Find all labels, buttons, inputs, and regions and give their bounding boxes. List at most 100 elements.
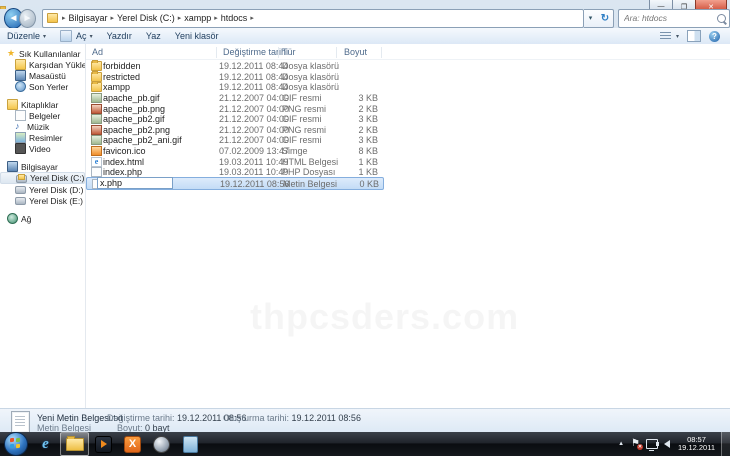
toolbar-button-4[interactable]: Yeni klasör [168,29,226,43]
file-row[interactable]: apache_pb.gif 21.12.2007 04:00 GIF resmi 3 … [86,92,382,103]
folder-icon [91,60,102,71]
file-list-pane: Ad Değiştirme tarihi Tür Boyut forbidden… [86,44,730,408]
file-icon [91,135,102,146]
taskbar-notepad-button[interactable] [176,432,205,456]
file-type: PNG resmi [282,103,327,114]
file-row[interactable]: x.php 19.12.2011 08:56 Metin Belgesi 0 KB [86,177,384,191]
file-rows: forbidden 19.12.2011 08:44 Dosya klasörü re… [86,60,730,191]
breadcrumb-item[interactable]: Yerel Disk (C:) [117,13,175,23]
folder-icon [91,81,102,93]
taskbar-xampp-button[interactable]: X [118,432,147,456]
details-pane: Yeni Metin Belgesi.txt Metin Belgesi Değ… [0,408,730,433]
sidebar-item[interactable]: Resimler [0,132,85,143]
file-name: apache_pb2.gif [103,114,165,125]
views-dropdown-icon[interactable]: ▾ [676,33,679,40]
refresh-icon[interactable]: ↻ [597,13,613,24]
star-icon: ★ [7,48,16,58]
toolbar-right: ▾ ? [659,30,720,42]
column-header-name[interactable]: Ad [92,47,103,57]
sidebar-item[interactable]: Yerel Disk (D:) [0,184,85,195]
breadcrumb-item[interactable]: Bilgisayar [69,13,108,23]
views-icon[interactable] [659,31,671,41]
file-date: 21.12.2007 04:00 [219,103,290,114]
address-bar[interactable]: ▸ Bilgisayar ▸ Yerel Disk (C:) ▸ xampp ▸ htdocs… [42,8,584,28]
sidebar-group-1[interactable]: Kitaplıklar [0,99,85,110]
navigation-pane: ★Sık KullanılanlarKarşıdan YüklemelerMas… [0,44,86,408]
file-name: forbidden [103,61,141,71]
volume-icon[interactable] [656,440,671,448]
file-size: 2 KB [358,103,378,114]
toolbar-button-0[interactable]: Düzenle ▾ [0,29,53,43]
taskbar-clock[interactable]: 08:57 19.12.2011 [678,435,715,453]
chevron-down-icon: ▾ [89,33,93,40]
file-size: 0 KB [359,179,379,190]
file-size: 3 KB [358,92,378,103]
details-created: Oluşturma tarihi: 19.12.2011 08:56 [223,413,361,423]
preview-pane-icon[interactable] [687,30,701,42]
taskbar-explorer-button[interactable] [60,432,89,456]
file-row[interactable]: apache_pb2.png 21.12.2007 04:00 PNG resmi 2… [86,124,382,135]
file-row[interactable]: apache_pb.png 21.12.2007 04:00 PNG resmi 2 … [86,103,382,114]
file-name: index.html [103,156,145,167]
action-center-icon[interactable]: ⚑ ✕ [631,439,644,450]
file-row[interactable]: xampp 19.12.2011 08:44 Dosya klasörü [86,81,382,93]
sidebar-group-0[interactable]: ★ Sık Kullanılanlar [0,48,85,59]
start-button[interactable] [4,432,28,456]
sidebar-item[interactable]: Masaüstü [0,70,85,81]
taskbar-ie-button[interactable]: e [31,432,60,456]
help-icon[interactable]: ? [709,30,720,42]
sidebar-item[interactable]: Son Yerler [0,81,85,92]
sidebar-item[interactable]: Karşıdan Yüklemeler [0,59,85,70]
file-type: GIF resmi [282,135,322,146]
column-separator[interactable] [336,47,337,58]
file-date: 19.12.2011 08:56 [220,179,290,190]
sidebar-item[interactable]: Video [0,143,85,154]
column-separator[interactable] [278,47,279,58]
file-row[interactable]: apache_pb2_ani.gif 21.12.2007 04:00 GIF re… [86,134,382,146]
column-separator[interactable] [381,47,382,58]
file-icon [91,146,102,157]
file-icon [91,92,102,103]
sidebar-item[interactable]: Yerel Disk (C:) [0,172,85,184]
xampp-icon: X [124,435,141,453]
file-date: 07.02.2009 13:47 [219,146,290,157]
sidebar-item[interactable]: ♪ Müzik [0,121,85,132]
explorer-folder-icon [65,435,84,451]
breadcrumb-item[interactable]: xampp [184,13,211,23]
sidebar-item[interactable]: Belgeler [0,110,85,121]
internet-explorer-icon: e [42,435,49,452]
toolbar-button-2[interactable]: Yazdır [100,29,139,43]
file-row[interactable]: e index.html 19.03.2011 10:49 HTML Belgesi 1… [86,156,382,167]
file-row[interactable]: index.php 19.03.2011 10:49 PHP Dosyası 1 KB [86,166,382,178]
search-box[interactable] [618,8,730,28]
column-header-size[interactable]: Boyut [344,47,367,57]
taskbar-wmp-button[interactable] [147,432,176,456]
file-type: Dosya klasörü [282,71,340,82]
sidebar-group-2[interactable]: Bilgisayar [0,161,85,172]
file-size: 1 KB [358,167,378,178]
file-row[interactable]: favicon.ico 07.02.2009 13:47 Simge 8 KB [86,145,382,157]
breadcrumb-item[interactable]: htdocs [221,13,248,23]
toolbar-button-3[interactable]: Yaz [139,29,168,43]
column-separator[interactable] [216,47,217,58]
file-row[interactable]: restricted 19.12.2011 08:44 Dosya klasörü [86,70,382,82]
show-desktop-button[interactable] [721,432,730,456]
forward-button[interactable]: ► [18,8,36,28]
column-header-type[interactable]: Tür [282,47,296,57]
file-row[interactable]: apache_pb2.gif 21.12.2007 04:00 GIF resmi 3… [86,113,382,125]
sidebar-group-3[interactable]: Ağ [0,213,85,224]
text-file-icon [11,411,30,433]
search-input[interactable] [622,12,717,24]
sidebar-item[interactable]: Yerel Disk (E:) [0,195,85,206]
file-date: 21.12.2007 04:00 [219,92,290,103]
address-history-dropdown[interactable]: ▾ [584,14,597,22]
file-type: GIF resmi [282,92,322,103]
file-icon: e [91,156,102,167]
file-row[interactable]: forbidden 19.12.2011 08:44 Dosya klasörü [86,60,382,71]
tray-expand-icon[interactable]: ▲ [618,441,624,447]
file-name: apache_pb2_ani.gif [103,135,182,146]
taskbar-media-player-button[interactable] [89,432,118,456]
column-headers: Ad Değiştirme tarihi Tür Boyut [86,44,730,60]
toolbar-button-1[interactable]: Aç ▾ [53,29,100,43]
rename-input[interactable]: x.php [97,177,173,190]
